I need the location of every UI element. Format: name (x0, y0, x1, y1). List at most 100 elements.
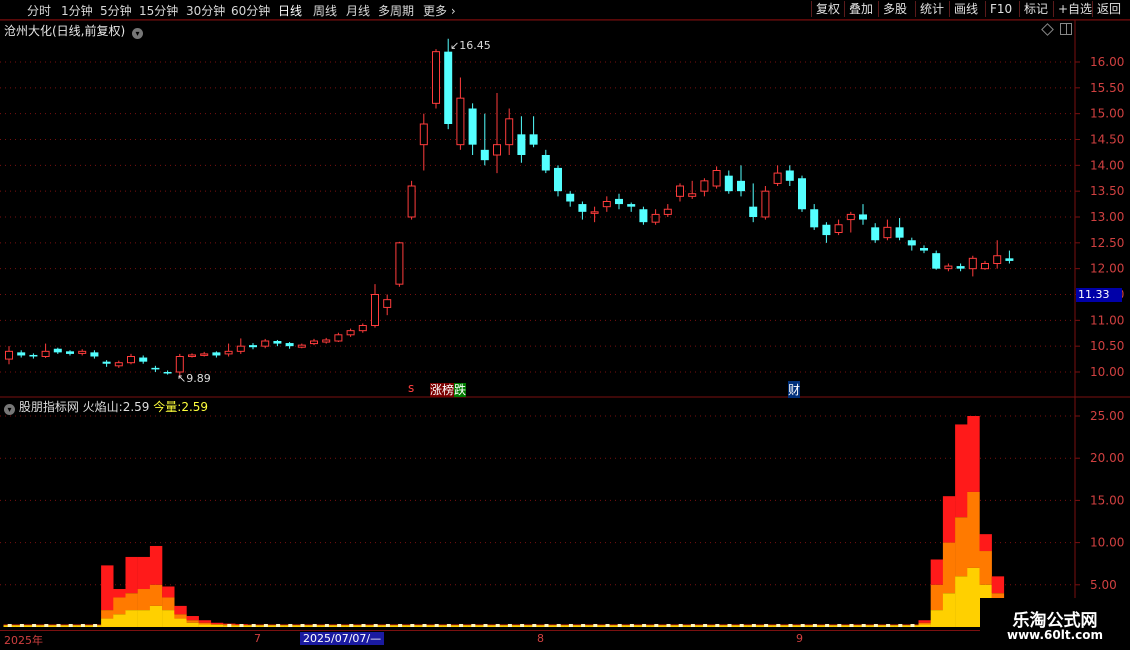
current-price-value: 11.33 (1078, 288, 1110, 301)
flame-bar-red (210, 622, 224, 625)
candle-body (895, 227, 904, 238)
candle-body (505, 118, 514, 146)
flame-dot (593, 624, 598, 627)
flame-dot (398, 624, 403, 627)
candle-body (212, 352, 221, 356)
flame-bar-orange (942, 542, 956, 594)
candle-body (822, 224, 831, 236)
flame-bar-orange (979, 551, 992, 585)
date-label-sep: 9 (796, 632, 803, 645)
flame-dot (459, 624, 464, 627)
candle-body (224, 350, 233, 355)
candle-body (859, 214, 867, 220)
flame-bar-orange (125, 593, 138, 611)
flame-dot (312, 624, 317, 627)
candle-body (346, 330, 355, 336)
flame-indicator-series (3, 416, 1017, 627)
event-cai-marker[interactable]: 财 (788, 381, 801, 398)
flame-dot (373, 624, 378, 627)
candle-body (968, 257, 977, 270)
flame-dot (446, 624, 451, 627)
flame-dot (410, 624, 415, 627)
candle-body (724, 175, 733, 192)
candle-body (310, 340, 318, 345)
flame-bar-orange (101, 610, 114, 619)
candle-body (602, 201, 611, 208)
flame-dot (605, 624, 610, 627)
flame-dot (629, 624, 634, 627)
flame-bar-red (198, 620, 212, 623)
candle-body (529, 134, 538, 145)
price-tick-label: 12.00 (1090, 262, 1124, 276)
flame-bar-red (942, 496, 956, 543)
flame-dot (361, 624, 366, 627)
date-label-jul: 7 (254, 632, 261, 645)
candle-body (127, 356, 135, 364)
candle-body (297, 344, 306, 348)
flame-dot (495, 624, 500, 627)
flame-dot (276, 624, 281, 627)
watermark-url: www.60lt.com (1006, 628, 1104, 642)
candle-body (773, 172, 782, 184)
candle-body (639, 209, 648, 223)
flame-bar-red (149, 545, 163, 585)
price-tick-label: 14.50 (1090, 133, 1124, 147)
flame-dot (642, 624, 647, 627)
flame-bar-red (918, 620, 931, 623)
flame-dot (288, 624, 293, 627)
candle-body (1005, 258, 1014, 261)
candle-body (798, 178, 806, 210)
flame-bar-orange (186, 620, 199, 623)
flame-bar-yellow (942, 593, 956, 627)
candle-body (920, 248, 928, 251)
indicator-header: ▾ 股朋指标网 火焰山:2.59 今量:2.59 (4, 398, 208, 415)
event-s-marker[interactable]: s (408, 381, 414, 395)
flame-dot (764, 624, 769, 627)
candle-body (554, 167, 562, 192)
candle-body (761, 190, 770, 218)
flame-bar-red (101, 565, 114, 611)
indicator-tick-label: 5.00 (1090, 578, 1117, 592)
candle-body (322, 339, 331, 343)
candle-body (17, 352, 26, 356)
flame-bar-red (991, 576, 1005, 594)
flame-dot (19, 624, 24, 627)
flame-dot (849, 624, 854, 627)
flame-bar-red (955, 424, 968, 518)
flame-dot (581, 624, 586, 627)
candle-body (90, 352, 99, 357)
flame-dot (751, 624, 756, 627)
flame-dot (239, 624, 244, 627)
candle-body (261, 340, 270, 347)
flame-dot (80, 624, 85, 627)
candlestick-series (5, 38, 1014, 378)
event-zhangtingbang-marker[interactable]: 涨榜跌 (430, 381, 467, 398)
candle-body (566, 193, 575, 202)
candle-body (700, 180, 709, 192)
flame-bar-yellow (149, 605, 163, 627)
flame-bar-yellow (101, 618, 114, 627)
flame-bar-orange (174, 614, 187, 619)
flame-bar-orange (967, 491, 980, 568)
candle-body (78, 350, 87, 354)
candle-body (249, 345, 257, 348)
axes: 16.00 15.50 15.00 14.50 14.00 13.50 13.00 12.50… (1075, 55, 1124, 592)
flame-dot (715, 624, 720, 627)
flame-bar-red (979, 534, 992, 552)
kline-chart[interactable]: 16.00 15.50 15.00 14.50 14.00 13.50 13.00 12.50… (0, 0, 1130, 650)
candle-body (102, 361, 111, 364)
event-bang: 榜 (442, 383, 455, 397)
flame-bar-yellow (125, 610, 138, 627)
flame-bar-yellow (174, 618, 187, 627)
flame-bar-orange (930, 584, 944, 611)
flame-dot (471, 624, 476, 627)
flame-bar-red (967, 416, 980, 492)
candle-body (114, 362, 123, 367)
chevron-down-icon[interactable]: ▾ (4, 404, 15, 415)
event-zhang: 涨 (430, 383, 443, 397)
candle-body (846, 213, 855, 221)
price-tick-label: 11.00 (1090, 313, 1124, 327)
candle-body (785, 170, 794, 181)
flame-bar-yellow (198, 624, 212, 627)
flame-dot (678, 624, 683, 627)
